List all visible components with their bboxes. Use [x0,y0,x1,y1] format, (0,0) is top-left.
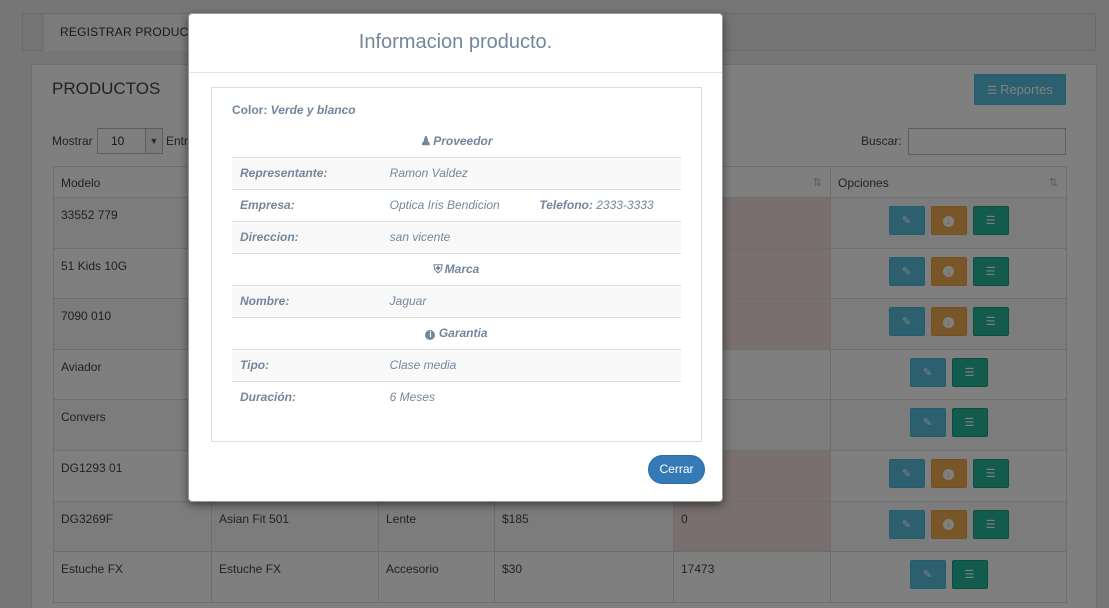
info-row-tipo: Tipo: Clase media [232,348,681,381]
representante-value: Ramon Valdez [381,156,681,189]
color-line: Color: Verde y blanco [232,103,356,117]
product-info-modal: Informacion producto. Color: Verde y bla… [188,13,723,502]
nombre-value: Jaguar [381,284,681,317]
info-row-representante: Representante: Ramon Valdez [232,156,681,189]
telefono-cell: Telefono: 2333-3333 [531,188,681,221]
shield-icon: ⛨ [433,261,443,276]
section-heading: i Garantia [232,316,681,349]
marca-heading: Marca [444,261,480,276]
representante-label: Representante: [232,156,382,189]
modal-body: Color: Verde y blanco ♟ Proveedor Represe… [211,87,702,442]
info-row-empresa: Empresa: Optica Iris Bendicion Telefono:… [232,188,681,221]
info-circle-icon: i [425,330,436,340]
info-row-direccion: Direccion: san vicente [232,220,681,253]
empresa-label: Empresa: [232,188,382,221]
section-heading: ♟ Proveedor [232,125,681,157]
modal-header: Informacion producto. [189,14,722,73]
duracion-value: 6 Meses [381,380,681,413]
tipo-label: Tipo: [232,348,382,381]
color-value: Verde y blanco [270,103,356,117]
direccion-value: san vicente [381,220,681,253]
section-proveedor: ♟ Proveedor [232,125,681,157]
nombre-label: Nombre: [232,284,382,317]
color-label: Color: [232,103,268,117]
section-garantia: i Garantia [232,316,681,349]
empresa-value: Optica Iris Bendicion [381,188,532,221]
direccion-label: Direccion: [232,220,382,253]
tipo-value: Clase media [381,348,681,381]
section-heading: ⛨ Marca [232,252,681,285]
garantia-heading: Garantia [438,326,488,340]
modal-title: Informacion producto. [358,31,553,53]
close-button[interactable]: Cerrar [648,455,705,484]
info-row-nombre: Nombre: Jaguar [232,284,681,317]
product-info-table: ♟ Proveedor Representante: Ramon Valdez E… [232,125,681,413]
duracion-label: Duración: [232,380,382,413]
male-icon: ♟ [420,133,432,148]
telefono-value: 2333-3333 [596,198,654,212]
telefono-label: Telefono: [539,198,593,212]
section-marca: ⛨ Marca [232,252,681,285]
info-row-duracion: Duración: 6 Meses [232,380,681,413]
proveedor-heading: Proveedor [433,133,493,148]
